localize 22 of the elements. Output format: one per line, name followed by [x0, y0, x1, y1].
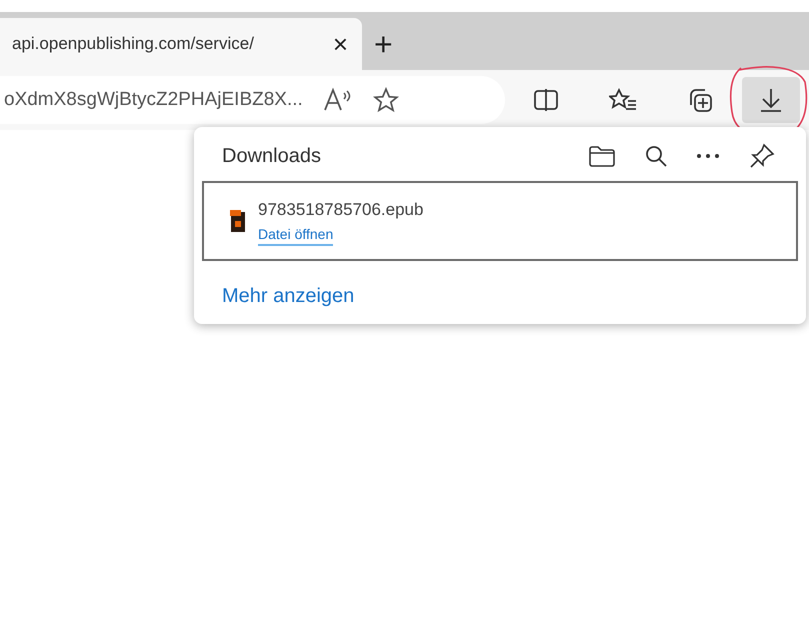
folder-icon[interactable] [588, 144, 616, 168]
star-icon[interactable] [372, 87, 399, 113]
download-button[interactable] [742, 77, 800, 123]
open-file-link[interactable]: Datei öffnen [258, 226, 334, 246]
read-aloud-icon[interactable] [322, 87, 353, 113]
show-more-link[interactable]: Mehr anzeigen [222, 285, 354, 307]
tab-title: api.openpublishing.com/service/ [12, 33, 254, 56]
close-button[interactable]: × [332, 31, 348, 57]
search-icon[interactable] [644, 144, 668, 168]
address-field[interactable]: oXdmX8sgWjBtycZ2PHAjEIBZ8X... [0, 76, 505, 124]
pin-icon[interactable] [748, 142, 776, 170]
epub-file-icon [230, 209, 246, 233]
favorites-icon[interactable] [609, 87, 637, 113]
file-name: 9783518785706.epub [258, 198, 424, 220]
download-icon [760, 87, 782, 113]
browser-tab[interactable]: api.openpublishing.com/service/ × [0, 18, 362, 70]
more-icon[interactable] [696, 153, 720, 159]
address-text: oXdmX8sgWjBtycZ2PHAjEIBZ8X... [4, 88, 303, 112]
split-screen-icon[interactable] [533, 88, 559, 112]
panel-title: Downloads [222, 144, 321, 169]
new-tab-button[interactable]: + [374, 28, 393, 60]
collections-icon[interactable] [687, 87, 715, 113]
